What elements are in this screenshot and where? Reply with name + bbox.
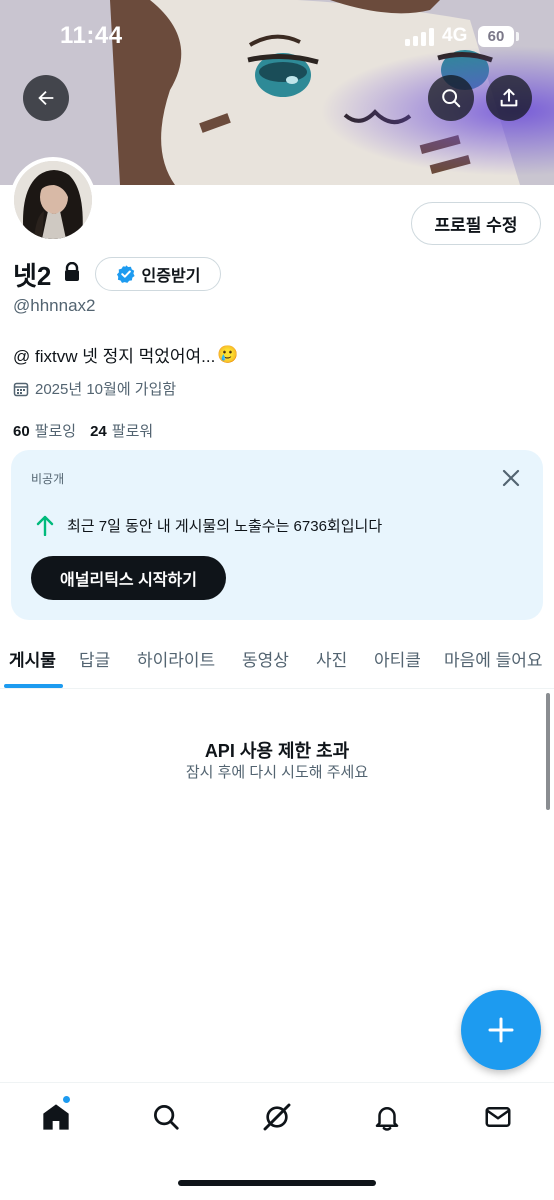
- nav-home[interactable]: [38, 1099, 74, 1135]
- followers-count: 24: [90, 423, 107, 440]
- search-button[interactable]: [428, 75, 474, 121]
- profile-tabs: 게시물 답글 하이라이트 동영상 사진 아티클 마음에 들어요: [0, 632, 554, 689]
- compose-button[interactable]: [461, 990, 541, 1070]
- following-link[interactable]: 60 팔로잉: [13, 420, 76, 441]
- active-tab-indicator: [4, 684, 63, 688]
- display-name: 넷2: [13, 261, 52, 291]
- tab-likes[interactable]: 마음에 들어요: [444, 646, 543, 671]
- tab-replies[interactable]: 답글: [79, 646, 110, 671]
- avatar[interactable]: [10, 157, 96, 243]
- tab-posts[interactable]: 게시물: [9, 646, 56, 671]
- tab-photos[interactable]: 사진: [316, 646, 347, 671]
- analytics-card-label: 비공개: [31, 472, 65, 486]
- avatar-image: [14, 161, 92, 239]
- error-subtitle: 잠시 후에 다시 시도해 주세요: [185, 764, 369, 781]
- plus-icon: [488, 1017, 514, 1043]
- close-icon[interactable]: [499, 466, 523, 490]
- joined-date-text: 2025년 10월에 가입함: [35, 381, 177, 398]
- bio-emoji: 🥲: [217, 344, 239, 364]
- impressions-text: 최근 7일 동안 내 게시물의 노출수는 6736회입니다: [67, 517, 383, 535]
- home-icon: [43, 1104, 69, 1130]
- get-verified-label: 인증받기: [141, 268, 201, 285]
- arrow-up-icon: [36, 515, 54, 536]
- share-icon: [500, 88, 518, 107]
- calendar-icon: [13, 382, 29, 396]
- username-handle: @hhnnax2: [13, 296, 96, 315]
- followers-label: 팔로워: [111, 423, 154, 440]
- edit-profile-button[interactable]: 프로필 수정: [411, 202, 541, 245]
- tab-videos[interactable]: 동영상: [242, 646, 289, 671]
- signal-icon: [405, 28, 435, 46]
- arrow-left-icon: [38, 90, 54, 106]
- network-type: 4G: [442, 25, 468, 46]
- grok-icon: [263, 1103, 291, 1131]
- battery-icon: 60: [478, 26, 514, 47]
- battery-tip: [516, 32, 519, 41]
- search-icon: [442, 89, 461, 108]
- status-bar: 11:44 4G 60: [0, 0, 554, 72]
- start-analytics-button[interactable]: 애널리틱스 시작하기: [31, 556, 226, 600]
- following-label: 팔로잉: [34, 423, 77, 440]
- follow-stats: 60 팔로잉 24 팔로워: [13, 420, 153, 441]
- notification-dot: [62, 1095, 71, 1104]
- nav-search[interactable]: [148, 1099, 184, 1135]
- profile-bio: @ fixtvw 넷 정지 먹었어여... 🥲: [13, 342, 238, 367]
- joined-date: 2025년 10월에 가입함: [13, 378, 176, 399]
- tab-highlights[interactable]: 하이라이트: [137, 646, 215, 671]
- analytics-card: 비공개 최근 7일 동안 내 게시물의 노출수는 6736회입니다 애널리틱스 …: [11, 450, 543, 620]
- bio-text: @ fixtvw 넷 정지 먹었어여...: [13, 347, 216, 366]
- verified-badge-icon: [116, 265, 135, 283]
- status-time: 11:44: [60, 22, 123, 49]
- get-verified-button[interactable]: 인증받기: [95, 257, 221, 291]
- nav-notifications[interactable]: [369, 1099, 405, 1135]
- impressions-stat: 최근 7일 동안 내 게시물의 노출수는 6736회입니다: [35, 514, 382, 536]
- error-title: API 사용 제한 초과: [204, 741, 350, 761]
- tab-articles[interactable]: 아티클: [374, 646, 421, 671]
- following-count: 60: [13, 423, 30, 440]
- followers-link[interactable]: 24 팔로워: [90, 420, 153, 441]
- search-icon: [154, 1105, 179, 1130]
- mail-icon: [485, 1107, 511, 1127]
- back-button[interactable]: [23, 75, 69, 121]
- home-indicator: [178, 1180, 376, 1186]
- lock-icon: [65, 262, 79, 281]
- bell-icon: [375, 1107, 399, 1131]
- nav-grok[interactable]: [259, 1099, 295, 1135]
- nav-messages[interactable]: [480, 1099, 516, 1135]
- share-button[interactable]: [486, 75, 532, 121]
